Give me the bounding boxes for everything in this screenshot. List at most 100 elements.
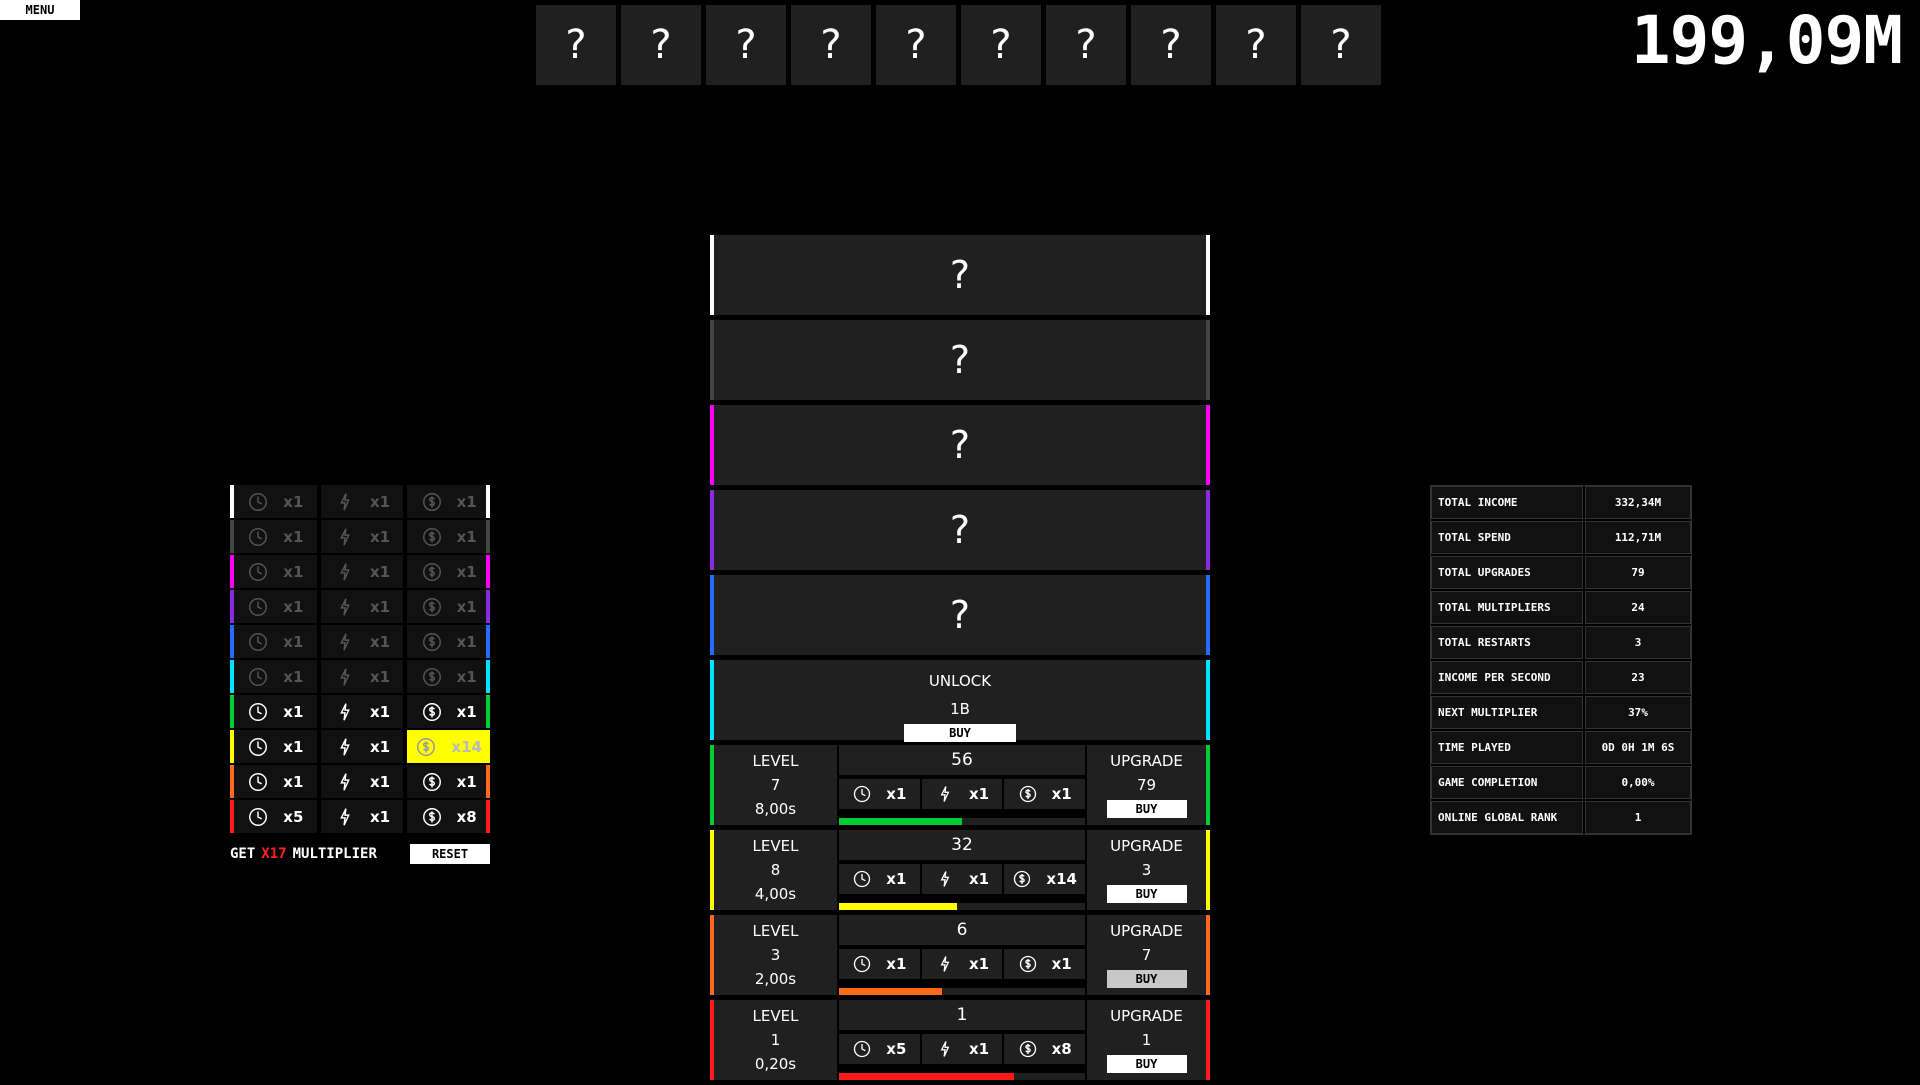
producer-row: LEVEL 7 8,00s 56 x1 x1 x1 UPGRADE 79 BUY xyxy=(710,745,1210,825)
upgrade-cost: 3 xyxy=(1141,861,1152,879)
money-multiplier-value: x1 xyxy=(456,527,477,546)
row-color-bar xyxy=(230,695,234,728)
coin-icon xyxy=(422,632,441,651)
upgrade-buy-button[interactable]: BUY xyxy=(1106,1055,1187,1073)
row-color-bar xyxy=(230,765,234,798)
stat-key: TOTAL UPGRADES xyxy=(1431,556,1583,589)
row-color-bar xyxy=(486,520,490,553)
row-color-bar xyxy=(710,490,714,570)
speed-multiplier: x1 xyxy=(320,800,404,833)
unlock-buy-button[interactable]: BUY xyxy=(904,724,1016,742)
stat-row: INCOME PER SECOND 23 xyxy=(1431,661,1691,696)
locked-label: ? xyxy=(949,593,971,637)
clock-icon xyxy=(854,1040,871,1058)
money-multiplier-value: x1 xyxy=(1051,955,1072,973)
top-slot-9[interactable]: ? xyxy=(1216,5,1296,85)
row-color-bar xyxy=(230,555,234,588)
progress-bar xyxy=(839,988,1085,995)
level-box: LEVEL 3 2,00s xyxy=(714,915,837,995)
bolt-icon xyxy=(340,492,350,511)
money-multiplier-value: x8 xyxy=(456,807,477,826)
row-color-bar xyxy=(1206,405,1210,485)
unlock-row: UNLOCK 1B BUY xyxy=(710,660,1210,742)
bolt-icon xyxy=(940,871,950,887)
coin-icon xyxy=(1019,785,1036,803)
bolt-icon xyxy=(940,786,950,802)
producer-center: 6 x1 x1 x1 xyxy=(839,915,1086,995)
row-color-bar xyxy=(486,660,490,693)
stat-key: ONLINE GLOBAL RANK xyxy=(1431,801,1583,834)
speed-multiplier: x1 xyxy=(320,555,404,588)
upgrade-buy-button[interactable]: BUY xyxy=(1106,885,1187,903)
top-slot-7[interactable]: ? xyxy=(1046,5,1126,85)
clock-icon xyxy=(249,632,268,651)
row-color-bar xyxy=(486,485,490,518)
menu-button[interactable]: MENU xyxy=(0,0,80,20)
level-value: 1 xyxy=(770,1031,781,1049)
row-color-bar xyxy=(486,625,490,658)
money-multiplier: x14 xyxy=(407,730,491,763)
speed-multiplier-value: x1 xyxy=(968,785,990,803)
time-multiplier: x1 xyxy=(234,660,317,693)
time-multiplier-value: x1 xyxy=(283,737,304,756)
reset-button[interactable]: RESET xyxy=(410,844,490,864)
row-color-bar xyxy=(710,405,714,485)
level-value: 3 xyxy=(770,946,781,964)
locked-label: ? xyxy=(949,253,971,297)
money-multiplier: x1 xyxy=(407,590,491,623)
top-slot-8[interactable]: ? xyxy=(1131,5,1211,85)
speed-multiplier: x1 xyxy=(320,730,404,763)
multiplier-row: x1 x1 x1 xyxy=(230,660,491,693)
multiplier-row: x1 x1 x1 xyxy=(230,765,491,798)
time-multiplier: x1 xyxy=(234,590,317,623)
row-color-bar xyxy=(230,625,234,658)
bolt-icon xyxy=(940,956,950,972)
money-multiplier: x8 xyxy=(407,800,491,833)
top-slot-4[interactable]: ? xyxy=(791,5,871,85)
money-multiplier: x1 xyxy=(407,485,491,518)
time-multiplier: x5 xyxy=(234,800,317,833)
speed-multiplier-value: x1 xyxy=(369,702,391,721)
upgrade-cost: 1 xyxy=(1141,1031,1152,1049)
top-slot-5[interactable]: ? xyxy=(876,5,956,85)
stat-value: 112,71M xyxy=(1585,521,1691,554)
upgrade-buy-button[interactable]: BUY xyxy=(1106,970,1187,988)
coin-icon xyxy=(422,492,441,511)
upgrade-label: UPGRADE xyxy=(1110,837,1183,855)
top-slot-6[interactable]: ? xyxy=(961,5,1041,85)
locked-producer-row: ? xyxy=(710,575,1210,655)
speed-multiplier-value: x1 xyxy=(369,807,391,826)
stat-key: NEXT MULTIPLIER xyxy=(1431,696,1583,729)
time-multiplier-value: x1 xyxy=(283,527,304,546)
producer-row: LEVEL 3 2,00s 6 x1 x1 x1 UPGRADE 7 BUY xyxy=(710,915,1210,995)
time-multiplier-value: x1 xyxy=(283,772,304,791)
stat-row: TOTAL RESTARTS 3 xyxy=(1431,626,1691,661)
row-color-bar xyxy=(486,800,490,833)
speed-multiplier: x1 xyxy=(320,485,404,518)
coin-icon xyxy=(422,702,441,721)
upgrade-label: UPGRADE xyxy=(1110,752,1183,770)
money-multiplier-value: x14 xyxy=(1046,870,1077,888)
upgrade-buy-button[interactable]: BUY xyxy=(1106,800,1187,818)
top-slot-3[interactable]: ? xyxy=(706,5,786,85)
bolt-icon xyxy=(340,737,350,756)
multiplier-row: x5 x1 x8 xyxy=(230,800,491,833)
coin-icon xyxy=(422,562,441,581)
speed-multiplier-value: x1 xyxy=(369,527,391,546)
time-multiplier: x1 xyxy=(234,625,317,658)
money-multiplier-value: x1 xyxy=(456,702,477,721)
coin-icon xyxy=(1019,1040,1036,1058)
unlock-title: UNLOCK xyxy=(928,672,992,690)
stat-value: 79 xyxy=(1585,556,1691,589)
row-color-bar xyxy=(710,660,714,740)
time-multiplier: x1 xyxy=(234,695,317,728)
top-slot-10[interactable]: ? xyxy=(1301,5,1381,85)
row-color-bar xyxy=(1206,660,1210,740)
clock-icon xyxy=(854,870,871,888)
next-multiplier-value: X17 xyxy=(261,846,287,862)
locked-producer-row: ? xyxy=(710,490,1210,570)
upgrade-cost: 7 xyxy=(1141,946,1152,964)
level-box: LEVEL 7 8,00s xyxy=(714,745,837,825)
top-slot-2[interactable]: ? xyxy=(621,5,701,85)
top-slot-1[interactable]: ? xyxy=(536,5,616,85)
